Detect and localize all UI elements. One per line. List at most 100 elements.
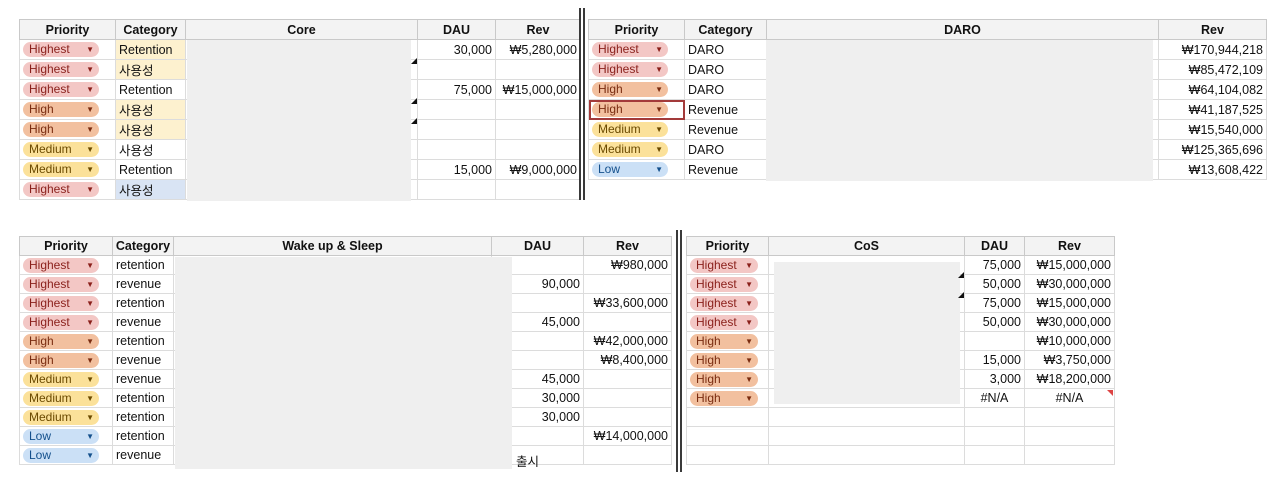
priority-dropdown-chip[interactable]: Highest ▼ [592, 42, 668, 58]
priority-dropdown-chip[interactable]: High ▼ [690, 371, 758, 387]
header-category[interactable]: Category [112, 236, 174, 256]
rev-cell[interactable] [495, 139, 581, 160]
priority-dropdown-chip[interactable]: Highest ▼ [690, 295, 758, 311]
priority-cell[interactable]: Highest ▼ [686, 274, 769, 294]
triangle-down-icon[interactable]: ▼ [745, 315, 753, 330]
dau-cell[interactable] [417, 119, 496, 140]
priority-cell[interactable]: High ▼ [19, 119, 116, 140]
triangle-down-icon[interactable]: ▼ [86, 315, 94, 330]
priority-dropdown-chip[interactable]: Highest ▼ [592, 62, 668, 78]
priority-dropdown-chip[interactable]: Medium ▼ [592, 122, 668, 138]
priority-dropdown-chip[interactable]: High ▼ [690, 390, 758, 406]
rev-cell[interactable]: ₩15,000,000 [1024, 255, 1115, 275]
priority-dropdown-chip[interactable]: Medium ▼ [23, 142, 99, 158]
triangle-down-icon[interactable]: ▼ [655, 102, 663, 117]
rev-cell[interactable] [583, 407, 672, 427]
dau-cell[interactable] [417, 139, 496, 160]
priority-cell[interactable]: Low ▼ [19, 426, 113, 446]
category-cell[interactable]: Retention [115, 39, 186, 60]
priority-dropdown-chip[interactable]: Highest ▼ [23, 42, 99, 58]
dau-cell[interactable]: 3,000 [964, 369, 1025, 389]
priority-dropdown-chip[interactable]: High ▼ [23, 352, 99, 368]
rev-cell[interactable] [495, 119, 581, 140]
triangle-down-icon[interactable]: ▼ [745, 353, 753, 368]
priority-cell[interactable]: Low ▼ [19, 445, 113, 465]
rev-cell[interactable]: ₩30,000,000 [1024, 274, 1115, 294]
rev-cell[interactable]: #N/A [1024, 388, 1115, 408]
priority-dropdown-chip[interactable]: Highest ▼ [690, 314, 758, 330]
category-cell[interactable]: Revenue [684, 99, 767, 120]
priority-cell[interactable]: Medium ▼ [19, 159, 116, 180]
priority-cell[interactable]: High ▼ [19, 331, 113, 351]
triangle-down-icon[interactable]: ▼ [86, 42, 94, 57]
category-cell[interactable]: retention [112, 407, 174, 427]
rev-cell[interactable]: ₩30,000,000 [1024, 312, 1115, 332]
rev-cell[interactable]: ₩85,472,109 [1158, 59, 1267, 80]
category-cell[interactable]: 사용성 [115, 139, 186, 160]
header-dau[interactable]: DAU [417, 19, 496, 40]
category-cell[interactable]: retention [112, 331, 174, 351]
rev-cell[interactable]: ₩15,000,000 [495, 79, 581, 100]
priority-dropdown-chip[interactable]: High ▼ [592, 82, 668, 98]
triangle-down-icon[interactable]: ▼ [655, 122, 663, 137]
category-cell[interactable]: retention [112, 293, 174, 313]
triangle-down-icon[interactable]: ▼ [86, 102, 94, 117]
priority-cell[interactable]: High ▼ [19, 99, 116, 120]
dau-cell[interactable]: 50,000 [964, 312, 1025, 332]
priority-cell[interactable]: High ▼ [588, 79, 685, 100]
rev-cell[interactable]: ₩18,200,000 [1024, 369, 1115, 389]
rev-cell[interactable] [495, 179, 581, 200]
triangle-down-icon[interactable]: ▼ [86, 391, 94, 406]
priority-dropdown-chip[interactable]: Highest ▼ [23, 314, 99, 330]
category-cell[interactable]: revenue [112, 445, 174, 465]
priority-cell[interactable]: Highest ▼ [19, 312, 113, 332]
priority-dropdown-chip[interactable]: Low ▼ [592, 162, 668, 178]
freeze-divider[interactable] [579, 8, 581, 200]
triangle-down-icon[interactable]: ▼ [655, 42, 663, 57]
rev-cell[interactable] [583, 445, 672, 465]
category-cell[interactable]: 사용성 [115, 179, 186, 200]
header-rev[interactable]: Rev [1158, 19, 1267, 40]
triangle-down-icon[interactable]: ▼ [86, 277, 94, 292]
rev-cell[interactable]: ₩41,187,525 [1158, 99, 1267, 120]
triangle-down-icon[interactable]: ▼ [86, 82, 94, 97]
dau-cell[interactable]: 30,000 [417, 39, 496, 60]
priority-dropdown-chip[interactable]: Low ▼ [23, 428, 99, 444]
category-cell[interactable]: DARO [684, 59, 767, 80]
triangle-down-icon[interactable]: ▼ [86, 410, 94, 425]
dau-cell[interactable]: 75,000 [964, 255, 1025, 275]
category-cell[interactable]: retention [112, 255, 174, 275]
rev-cell[interactable]: ₩170,944,218 [1158, 39, 1267, 60]
priority-dropdown-chip[interactable]: Highest ▼ [23, 62, 99, 78]
priority-cell[interactable]: Highest ▼ [19, 179, 116, 200]
header-cos[interactable]: CoS [768, 236, 965, 256]
cos-cell[interactable] [768, 426, 965, 446]
freeze-divider[interactable] [676, 230, 678, 472]
priority-cell[interactable]: Highest ▼ [588, 39, 685, 60]
priority-dropdown-chip[interactable]: Highest ▼ [690, 257, 758, 273]
priority-dropdown-chip[interactable]: Low ▼ [23, 447, 99, 463]
cos-cell[interactable] [768, 445, 965, 465]
priority-cell[interactable]: Highest ▼ [19, 39, 116, 60]
priority-dropdown-chip[interactable]: Highest ▼ [23, 257, 99, 273]
priority-cell[interactable]: Highest ▼ [19, 79, 116, 100]
rev-cell[interactable]: ₩14,000,000 [583, 426, 672, 446]
rev-cell[interactable] [1024, 407, 1115, 427]
priority-cell[interactable]: Low ▼ [588, 159, 685, 180]
header-wake-sleep[interactable]: Wake up & Sleep [173, 236, 492, 256]
rev-cell[interactable]: ₩13,608,422 [1158, 159, 1267, 180]
rev-cell[interactable] [1024, 445, 1115, 465]
priority-dropdown-chip[interactable]: High ▼ [23, 122, 99, 138]
rev-cell[interactable]: ₩5,280,000 [495, 39, 581, 60]
header-dau[interactable]: DAU [491, 236, 584, 256]
category-cell[interactable]: Revenue [684, 159, 767, 180]
header-category[interactable]: Category [115, 19, 186, 40]
priority-dropdown-chip[interactable]: High ▼ [23, 333, 99, 349]
triangle-down-icon[interactable]: ▼ [86, 372, 94, 387]
priority-dropdown-chip[interactable]: High ▼ [690, 333, 758, 349]
priority-cell[interactable] [686, 445, 769, 465]
header-priority[interactable]: Priority [19, 236, 113, 256]
dau-cell[interactable] [417, 179, 496, 200]
category-cell[interactable]: revenue [112, 369, 174, 389]
header-core[interactable]: Core [185, 19, 418, 40]
